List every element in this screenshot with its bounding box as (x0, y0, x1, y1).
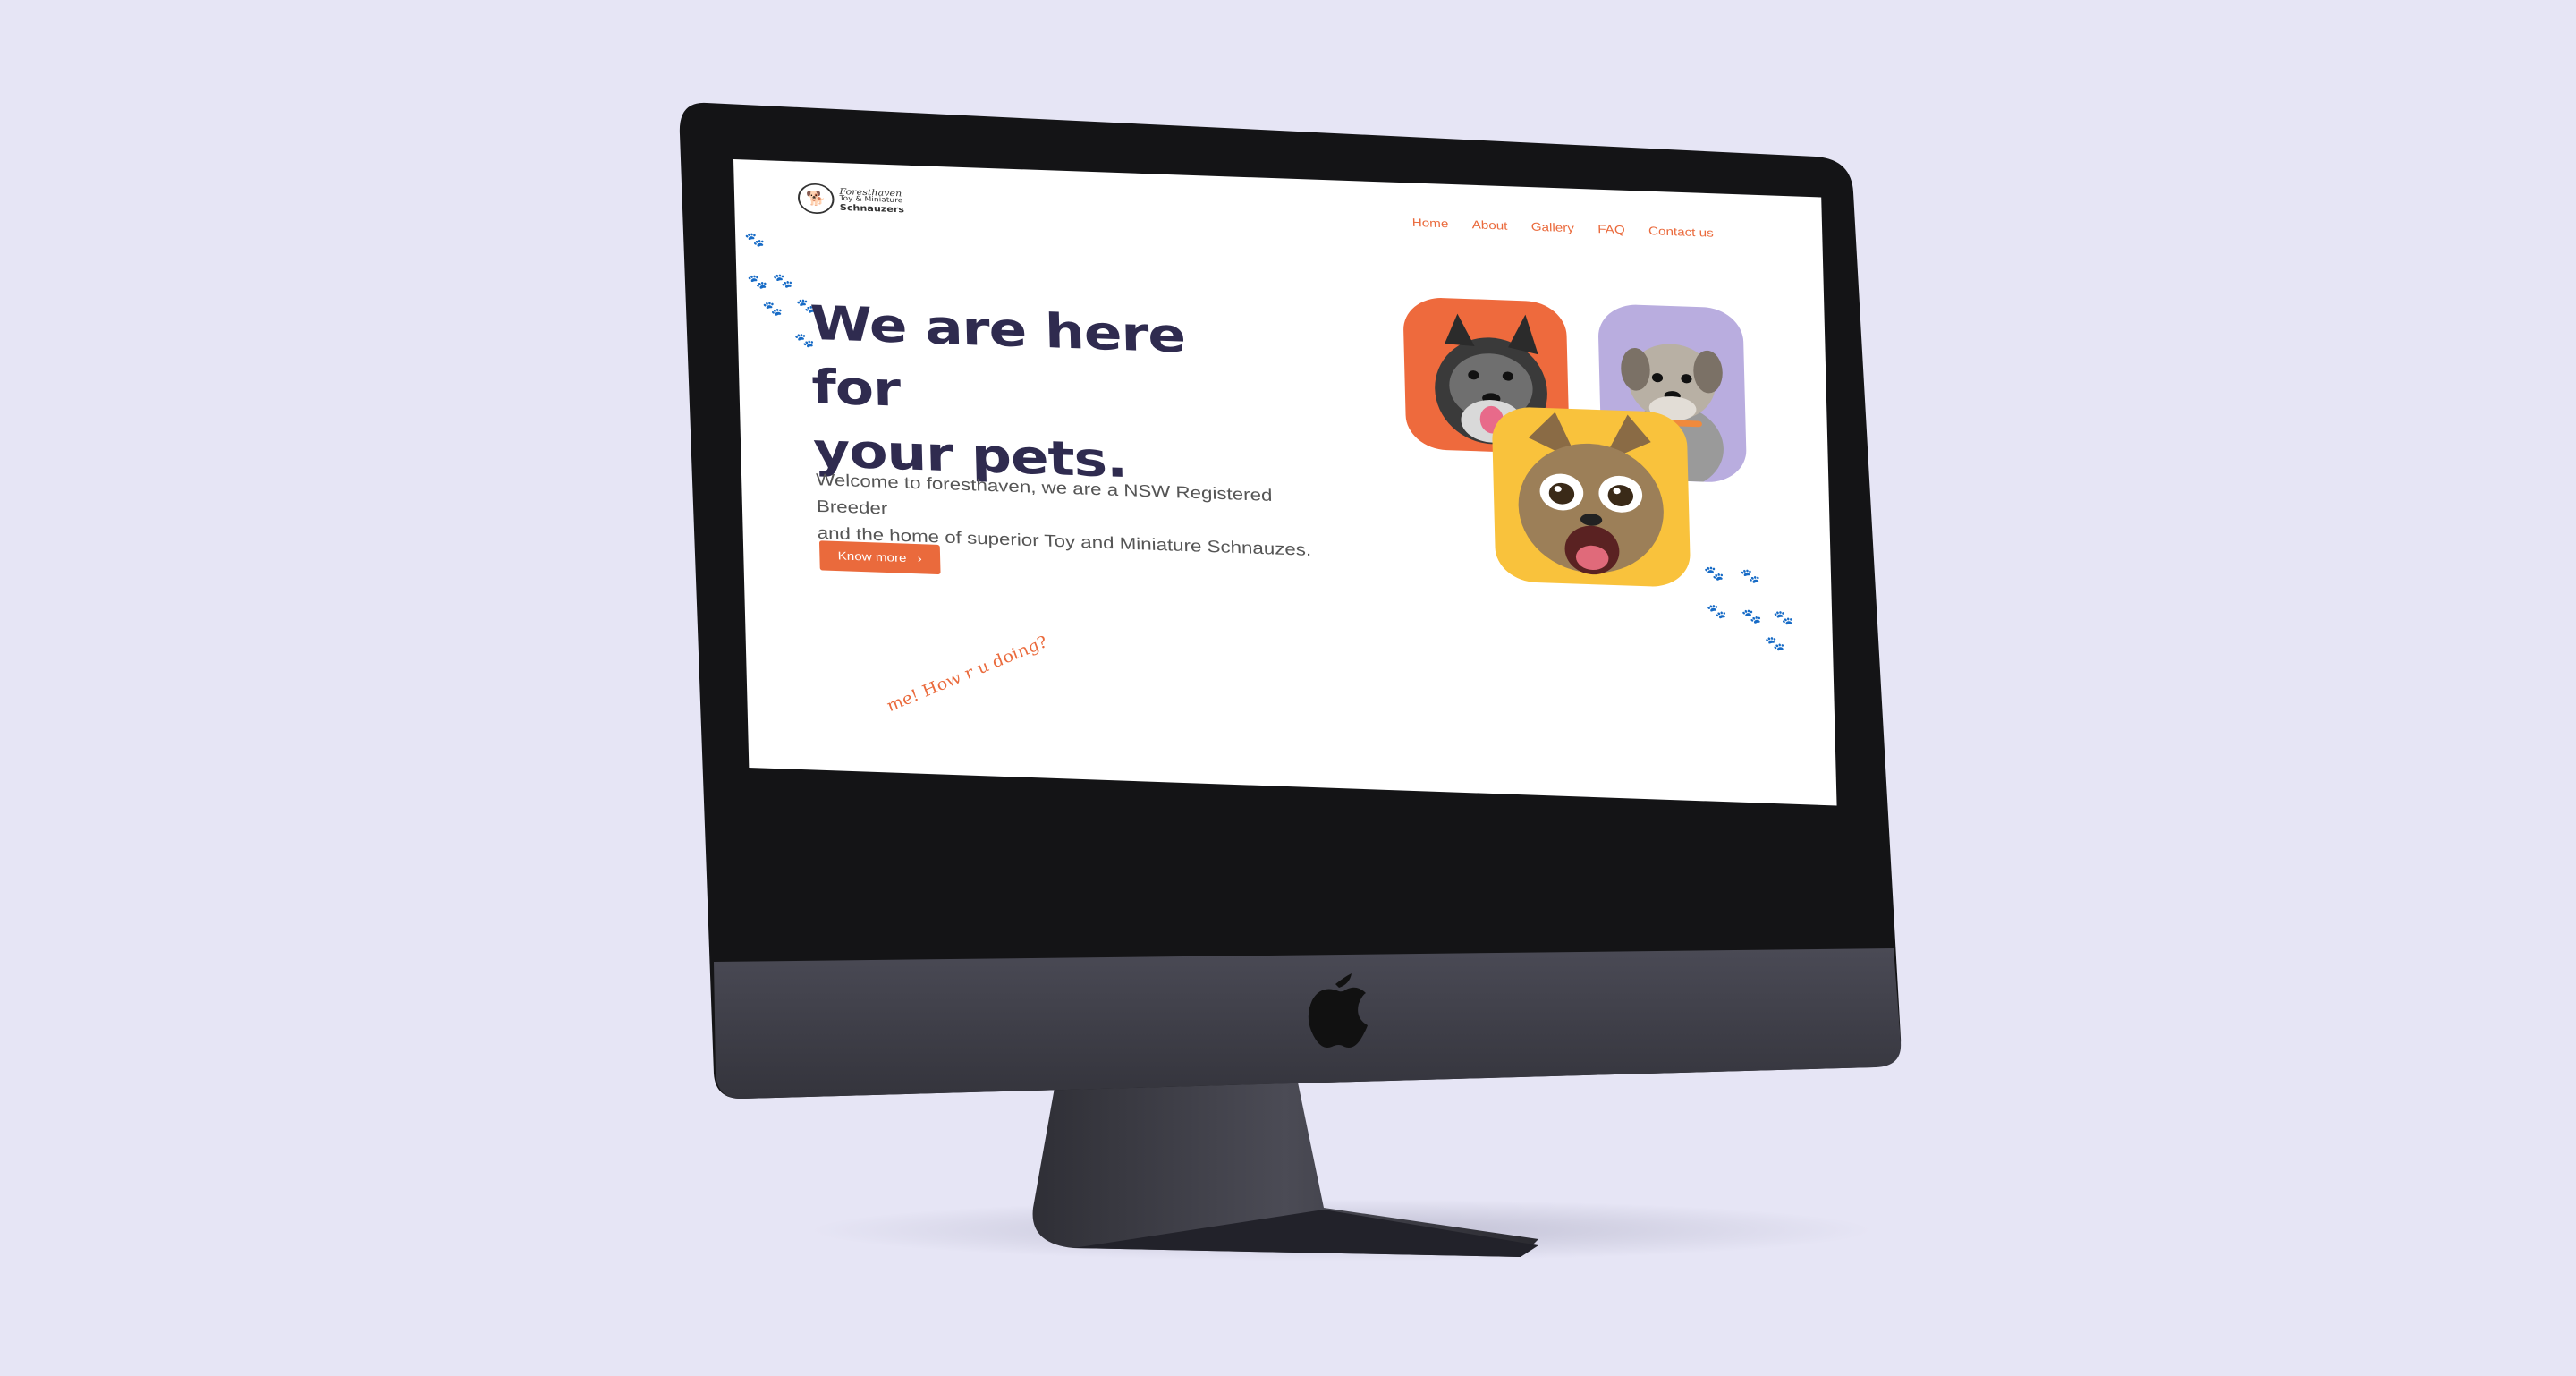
paw-print-icon: 🐾 (772, 273, 793, 290)
nav-faq[interactable]: FAQ (1597, 223, 1625, 237)
nav-gallery[interactable]: Gallery (1531, 221, 1575, 235)
chevron-right-icon: › (917, 552, 922, 566)
mockup-stage: 🐕 Foresthaven Toy & Miniature Schnauzers… (0, 0, 2576, 1376)
hero-title: We are here for your pets. (809, 291, 1285, 498)
know-more-label: Know more (837, 549, 907, 565)
schnauzer-logo-icon: 🐕 (797, 183, 835, 215)
paw-print-icon: 🐾 (1703, 565, 1725, 582)
paw-print-icon: 🐾 (1773, 609, 1794, 627)
logo-wordmark: Foresthaven Toy & Miniature Schnauzers (839, 186, 905, 215)
hero-title-line-1: We are here for (809, 294, 1186, 418)
dog-card-yellow (1491, 405, 1691, 588)
paw-print-icon: 🐾 (1740, 568, 1761, 585)
nav-about[interactable]: About (1471, 218, 1507, 233)
yorkie-photo (1518, 412, 1664, 575)
paw-print-icon: 🐾 (762, 301, 784, 318)
paw-print-icon: 🐾 (1741, 608, 1762, 625)
imac-chin (714, 948, 1902, 1100)
paw-print-icon: 🐾 (744, 232, 766, 249)
greeting-doodle: me! How r u doing? (881, 632, 1052, 716)
site-logo[interactable]: 🐕 Foresthaven Toy & Miniature Schnauzers (797, 183, 905, 217)
paw-print-icon: 🐾 (1764, 635, 1785, 653)
website-screen: 🐕 Foresthaven Toy & Miniature Schnauzers… (733, 159, 1837, 806)
paw-print-icon: 🐾 (747, 273, 768, 291)
main-nav: Home About Gallery FAQ Contact us (1412, 217, 1714, 240)
paw-print-icon: 🐾 (1707, 603, 1728, 621)
logo-line-3: Schnauzers (839, 202, 905, 215)
know-more-button[interactable]: Know more › (818, 540, 941, 575)
nav-contact[interactable]: Contact us (1648, 225, 1714, 240)
nav-home[interactable]: Home (1412, 217, 1449, 231)
